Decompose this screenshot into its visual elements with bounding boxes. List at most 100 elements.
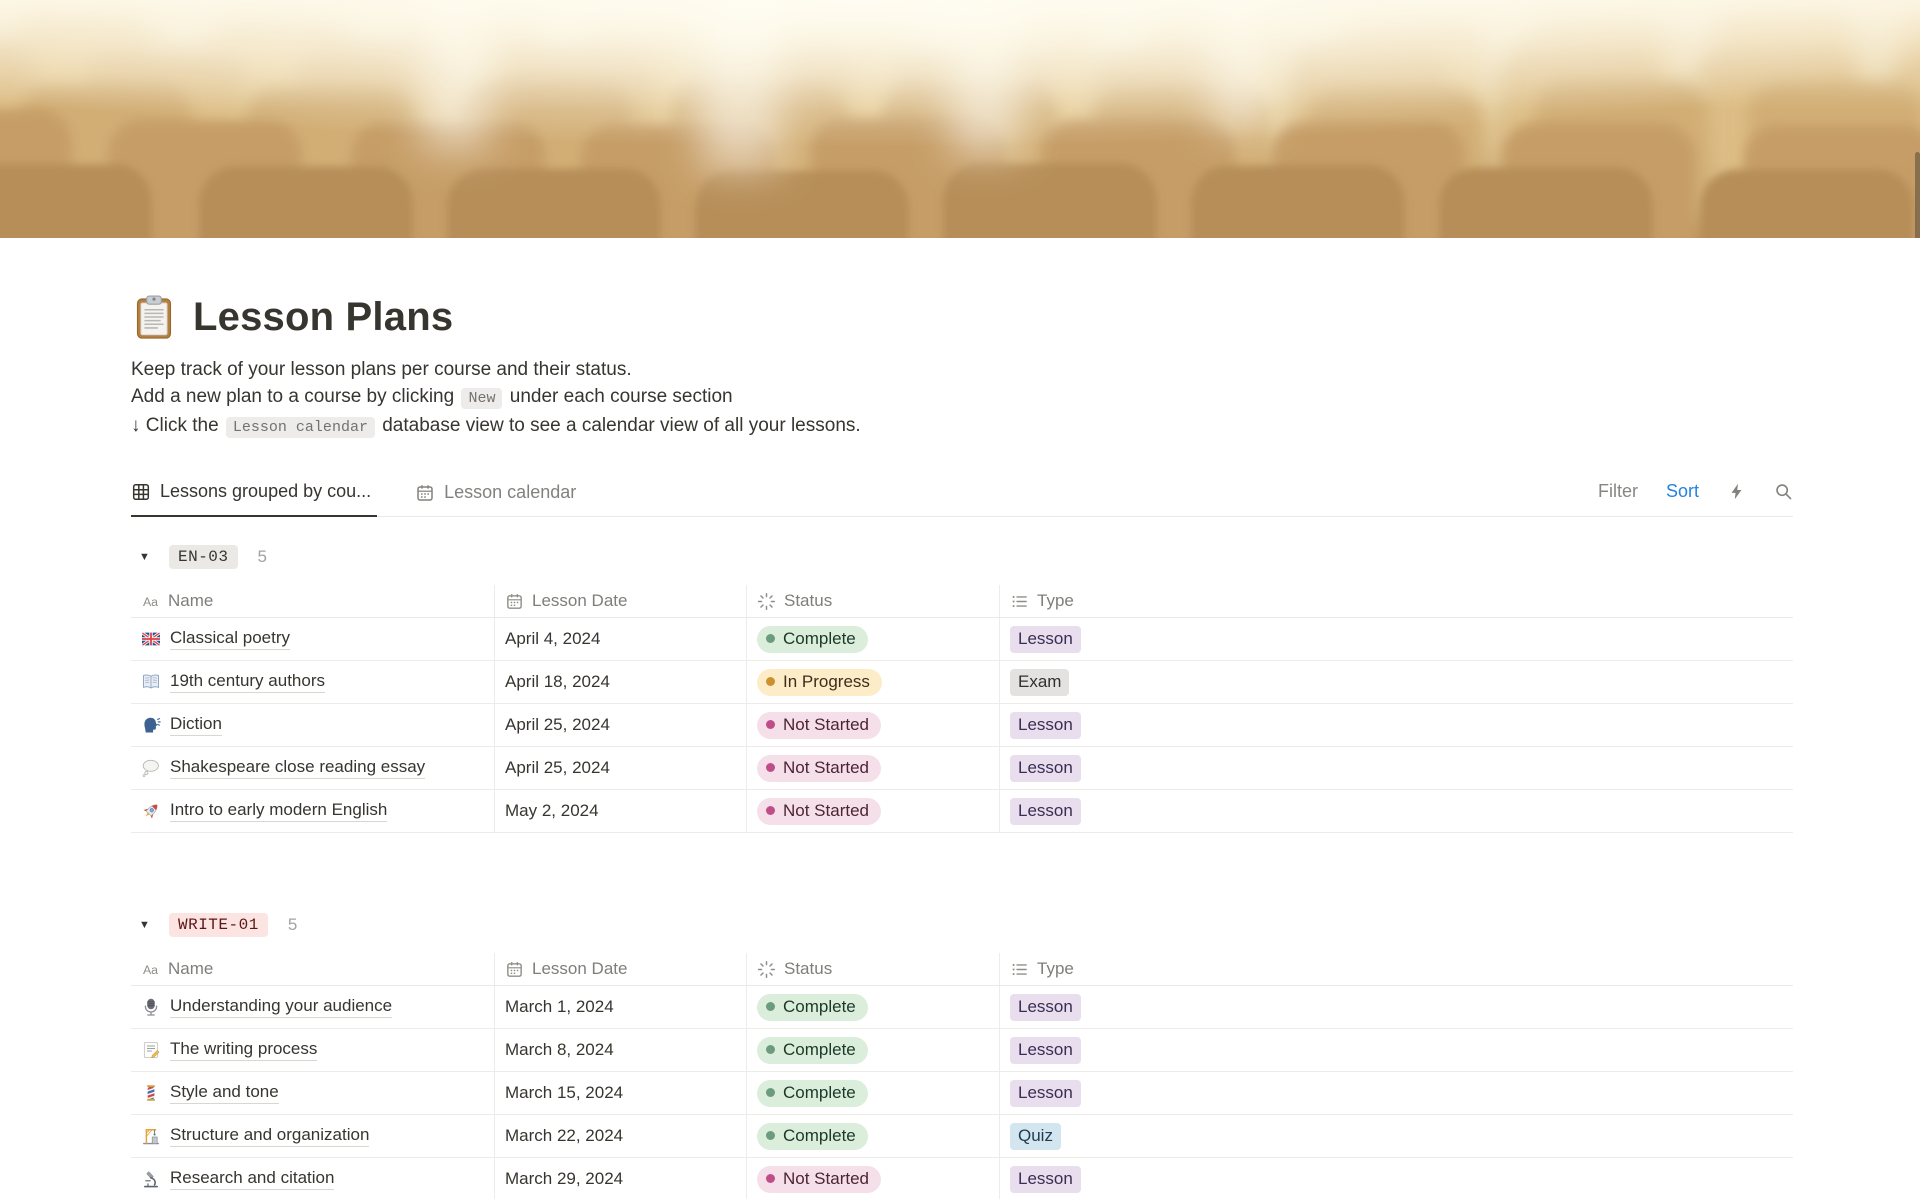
filter-button[interactable]: Filter	[1598, 481, 1638, 502]
lessons-table: Aa Name Lesson Date Status Type Understanding…	[131, 953, 1793, 1199]
cell-status[interactable]: Not Started	[747, 704, 1000, 746]
cell-status[interactable]: In Progress	[747, 661, 1000, 703]
lesson-name-link[interactable]: Research and citation	[170, 1168, 335, 1190]
column-header-lesson-date[interactable]: Lesson Date	[495, 585, 747, 617]
cell-status[interactable]: Not Started	[747, 790, 1000, 832]
lesson-name-link[interactable]: 19th century authors	[170, 671, 325, 693]
cell-type[interactable]: Lesson	[1000, 1029, 1793, 1071]
cell-name[interactable]: Classical poetry	[131, 618, 495, 660]
search-icon[interactable]	[1774, 482, 1793, 501]
description-line[interactable]: Keep track of your lesson plans per cour…	[131, 356, 1793, 383]
cell-lesson-date[interactable]: March 22, 2024	[495, 1115, 747, 1157]
cell-status[interactable]: Not Started	[747, 1158, 1000, 1199]
description-text: database view to see a calendar view of …	[376, 415, 861, 436]
cell-type[interactable]: Lesson	[1000, 618, 1793, 660]
cell-type[interactable]: Lesson	[1000, 1072, 1793, 1114]
cell-name[interactable]: Diction	[131, 704, 495, 746]
cell-type[interactable]: Lesson	[1000, 790, 1793, 832]
cell-lesson-date[interactable]: April 4, 2024	[495, 618, 747, 660]
type-chip: Lesson	[1010, 711, 1081, 739]
cell-status[interactable]: Complete	[747, 1072, 1000, 1114]
clipboard-page-icon[interactable]	[131, 294, 177, 340]
type-chip: Lesson	[1010, 754, 1081, 782]
column-label: Type	[1037, 591, 1074, 610]
cell-lesson-date[interactable]: March 29, 2024	[495, 1158, 747, 1199]
cell-lesson-date[interactable]: April 25, 2024	[495, 704, 747, 746]
cell-name[interactable]: Understanding your audience	[131, 986, 495, 1028]
cell-type[interactable]: Exam	[1000, 661, 1793, 703]
cell-status[interactable]: Not Started	[747, 747, 1000, 789]
cell-lesson-date[interactable]: March 8, 2024	[495, 1029, 747, 1071]
column-header-lesson-date[interactable]: Lesson Date	[495, 953, 747, 985]
cell-status[interactable]: Complete	[747, 1115, 1000, 1157]
table-row: Research and citation March 29, 2024 Not S…	[131, 1158, 1793, 1199]
cell-type[interactable]: Lesson	[1000, 704, 1793, 746]
lesson-name-link[interactable]: Intro to early modern English	[170, 800, 388, 822]
lesson-name-link[interactable]: Diction	[170, 714, 222, 736]
vertical-scrollbar-thumb[interactable]	[1915, 152, 1920, 238]
cell-name[interactable]: Shakespeare close reading essay	[131, 747, 495, 789]
lesson-name-link[interactable]: Shakespeare close reading essay	[170, 757, 426, 779]
lesson-name-link[interactable]: Style and tone	[170, 1082, 279, 1104]
cell-type[interactable]: Lesson	[1000, 1158, 1793, 1199]
table-row: Understanding your audience March 1, 2024…	[131, 986, 1793, 1029]
speaking-head-emoji	[141, 715, 161, 735]
column-header-type[interactable]: Type	[1000, 953, 1793, 985]
sort-button[interactable]: Sort	[1666, 481, 1699, 502]
collapse-toggle-icon[interactable]: ▼	[139, 551, 161, 563]
status-dot-icon	[766, 1088, 775, 1097]
cell-status[interactable]: Complete	[747, 618, 1000, 660]
page-description[interactable]: Keep track of your lesson plans per cour…	[131, 356, 1793, 441]
lesson-name-link[interactable]: Structure and organization	[170, 1125, 370, 1147]
column-label: Name	[168, 959, 214, 978]
column-header-name[interactable]: Aa Name	[131, 585, 495, 617]
lesson-date-value: March 15, 2024	[505, 1083, 624, 1102]
cell-name[interactable]: Style and tone	[131, 1072, 495, 1114]
cell-status[interactable]: Complete	[747, 1029, 1000, 1071]
lesson-name-link[interactable]: Classical poetry	[170, 628, 290, 650]
column-header-status[interactable]: Status	[747, 953, 1000, 985]
cell-type[interactable]: Quiz	[1000, 1115, 1793, 1157]
svg-text:Aa: Aa	[143, 962, 158, 976]
tab-label: Lesson calendar	[444, 482, 577, 502]
lesson-name-link[interactable]: The writing process	[170, 1039, 318, 1061]
view-toolbar: Filter Sort	[1598, 481, 1793, 516]
description-line[interactable]: Add a new plan to a course by clicking N…	[131, 383, 1793, 412]
status-dot-icon	[766, 677, 775, 686]
cell-name[interactable]: The writing process	[131, 1029, 495, 1071]
group-name-chip[interactable]: WRITE-01	[169, 913, 268, 937]
column-header-status[interactable]: Status	[747, 585, 1000, 617]
cell-type[interactable]: Lesson	[1000, 747, 1793, 789]
cell-name[interactable]: Intro to early modern English	[131, 790, 495, 832]
auditorium-cover-photo	[0, 0, 1920, 238]
column-header-name[interactable]: Aa Name	[131, 953, 495, 985]
status-pill: Complete	[757, 1079, 868, 1107]
collapse-toggle-icon[interactable]: ▼	[139, 919, 161, 931]
cell-name[interactable]: Structure and organization	[131, 1115, 495, 1157]
cell-lesson-date[interactable]: April 18, 2024	[495, 661, 747, 703]
cell-name[interactable]: Research and citation	[131, 1158, 495, 1199]
group-name-chip[interactable]: EN-03	[169, 545, 238, 569]
cell-lesson-date[interactable]: April 25, 2024	[495, 747, 747, 789]
grouped-tables: ▼ EN-03 5 Aa Name Lesson Date Status Type Classi…	[131, 541, 1793, 1199]
cell-status[interactable]: Complete	[747, 986, 1000, 1028]
tab-lesson-calendar[interactable]: Lesson calendar	[415, 472, 582, 516]
status-dot-icon	[766, 720, 775, 729]
page-title[interactable]: Lesson Plans	[193, 294, 453, 340]
status-pill: In Progress	[757, 668, 882, 696]
cell-lesson-date[interactable]: March 1, 2024	[495, 986, 747, 1028]
bolt-icon[interactable]	[1727, 482, 1746, 501]
memo-emoji	[141, 1040, 161, 1060]
lesson-name-link[interactable]: Understanding your audience	[170, 996, 393, 1018]
column-label: Lesson Date	[532, 959, 628, 978]
column-header-type[interactable]: Type	[1000, 585, 1793, 617]
tab-lessons-grouped-by-cou[interactable]: Lessons grouped by cou...	[131, 471, 378, 517]
cell-lesson-date[interactable]: May 2, 2024	[495, 790, 747, 832]
cell-type[interactable]: Lesson	[1000, 986, 1793, 1028]
column-label: Name	[168, 591, 214, 610]
cell-name[interactable]: 19th century authors	[131, 661, 495, 703]
description-line[interactable]: ↓ Click the Lesson calendar database vie…	[131, 412, 1793, 441]
cell-lesson-date[interactable]: March 15, 2024	[495, 1072, 747, 1114]
lesson-date-value: April 25, 2024	[505, 758, 610, 777]
group-header: ▼ WRITE-01 5	[139, 909, 1793, 941]
